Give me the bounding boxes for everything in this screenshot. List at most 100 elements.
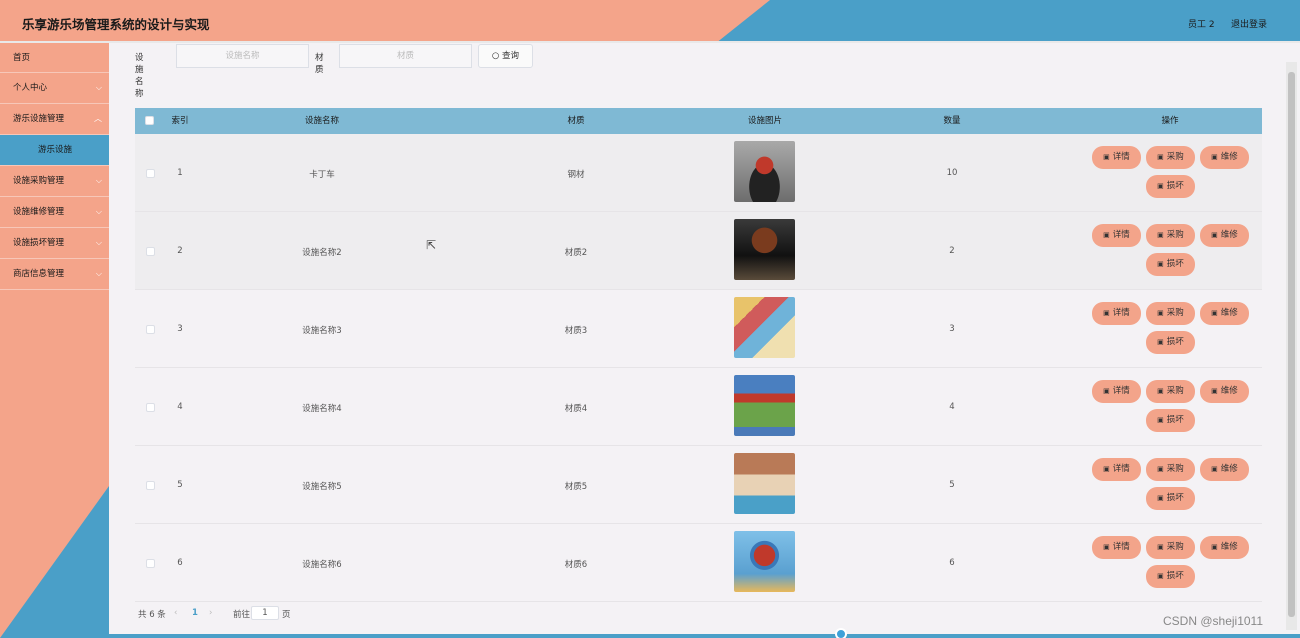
floating-dot	[835, 628, 847, 638]
cell-material: 材质4	[564, 404, 588, 414]
document-icon: ▣	[1157, 465, 1164, 473]
detail-button[interactable]: ▣ 详情	[1092, 224, 1141, 247]
facility-image	[734, 453, 795, 514]
detail-button[interactable]: ▣ 详情	[1092, 146, 1141, 169]
repair-button[interactable]: ▣ 维修	[1200, 458, 1249, 481]
app-title: 乐享游乐场管理系统的设计与实现	[22, 17, 210, 32]
damage-button[interactable]: ▣ 损坏	[1146, 487, 1195, 510]
document-icon: ▣	[1103, 231, 1110, 239]
purchase-button[interactable]: ▣ 采购	[1146, 224, 1195, 247]
document-icon: ▣	[1157, 309, 1164, 317]
row-checkbox[interactable]	[146, 325, 155, 334]
row-checkbox[interactable]	[146, 481, 155, 490]
detail-label: 详情	[1112, 308, 1130, 318]
facility-name-input[interactable]: 设施名称	[176, 44, 309, 68]
sidebar: 首页 个人中心 ⌵ 游乐设施管理 ︿ 游乐设施 设施采购管理 ⌵ 设施维修管理 ⌵ 设施…	[0, 43, 109, 638]
sidebar-item-home[interactable]: 首页	[0, 43, 109, 73]
detail-button[interactable]: ▣ 详情	[1092, 302, 1141, 325]
sidebar-item-purchase-mgmt[interactable]: 设施采购管理 ⌵	[0, 166, 109, 197]
cell-qty: 4	[949, 402, 955, 412]
purchase-button[interactable]: ▣ 采购	[1146, 536, 1195, 559]
mouse-cursor-icon: ⇱	[426, 238, 437, 252]
purchase-label: 采购	[1166, 464, 1184, 474]
detail-button[interactable]: ▣ 详情	[1092, 380, 1141, 403]
purchase-button[interactable]: ▣ 采购	[1146, 302, 1195, 325]
document-icon: ▣	[1157, 543, 1164, 551]
purchase-button[interactable]: ▣ 采购	[1146, 380, 1195, 403]
sidebar-item-profile[interactable]: 个人中心 ⌵	[0, 73, 109, 104]
document-icon: ▣	[1103, 387, 1110, 395]
row-checkbox[interactable]	[146, 403, 155, 412]
detail-label: 详情	[1112, 230, 1130, 240]
document-icon: ▣	[1157, 494, 1164, 502]
cell-material: 钢材	[567, 170, 585, 180]
col-ops: 操作	[1161, 116, 1179, 126]
cell-material: 材质3	[564, 326, 588, 336]
row-checkbox[interactable]	[146, 247, 155, 256]
sidebar-item-shop-mgmt[interactable]: 商店信息管理 ⌵	[0, 259, 109, 290]
sidebar-item-facility[interactable]: 游乐设施	[0, 135, 109, 166]
vertical-scrollbar[interactable]	[1286, 62, 1297, 630]
cell-name: 设施名称6	[302, 560, 342, 570]
search-button[interactable]: ○ 查询	[478, 44, 533, 68]
sidebar-blue-triangle	[0, 486, 109, 638]
cell-qty: 5	[949, 480, 955, 490]
prev-page-icon[interactable]: ‹	[174, 608, 177, 618]
col-material: 材质	[567, 116, 585, 126]
repair-button[interactable]: ▣ 维修	[1200, 302, 1249, 325]
document-icon: ▣	[1157, 153, 1164, 161]
current-user[interactable]: 员工 2	[1188, 17, 1215, 30]
repair-button[interactable]: ▣ 维修	[1200, 224, 1249, 247]
purchase-button[interactable]: ▣ 采购	[1146, 458, 1195, 481]
col-qty: 数量	[943, 116, 961, 126]
cell-name: 设施名称3	[302, 326, 342, 336]
damage-button[interactable]: ▣ 损坏	[1146, 331, 1195, 354]
sidebar-item-repair-mgmt[interactable]: 设施维修管理 ⌵	[0, 197, 109, 228]
damage-button[interactable]: ▣ 损坏	[1146, 565, 1195, 588]
chevron-down-icon: ⌵	[95, 176, 102, 185]
cell-index: 1	[177, 168, 183, 178]
row-checkbox[interactable]	[146, 169, 155, 178]
detail-button[interactable]: ▣ 详情	[1092, 458, 1141, 481]
detail-label: 详情	[1112, 464, 1130, 474]
logout-link[interactable]: 退出登录	[1231, 17, 1267, 30]
document-icon: ▣	[1211, 309, 1218, 317]
pager-current[interactable]: 1	[192, 608, 198, 618]
damage-button[interactable]: ▣ 损坏	[1146, 253, 1195, 276]
document-icon: ▣	[1103, 309, 1110, 317]
scrollbar-thumb[interactable]	[1288, 72, 1295, 617]
sidebar-item-damage-mgmt[interactable]: 设施损坏管理 ⌵	[0, 228, 109, 259]
select-all-checkbox[interactable]	[145, 116, 154, 125]
repair-label: 维修	[1220, 230, 1238, 240]
facility-table: 索引 设施名称 材质 设施图片 数量 操作 1 卡丁车 钢材 10 ▣ 详情 ▣ 采购 ▣ 维修 ▣…	[135, 108, 1262, 602]
purchase-button[interactable]: ▣ 采购	[1146, 146, 1195, 169]
cell-index: 5	[177, 480, 183, 490]
table-row: 2 设施名称2 材质2 2 ▣ 详情 ▣ 采购 ▣ 维修 ▣ 损坏	[135, 212, 1262, 290]
damage-button[interactable]: ▣ 损坏	[1146, 409, 1195, 432]
chevron-up-icon: ︿	[94, 114, 102, 123]
repair-button[interactable]: ▣ 维修	[1200, 146, 1249, 169]
purchase-label: 采购	[1166, 386, 1184, 396]
sidebar-item-facility-mgmt[interactable]: 游乐设施管理 ︿	[0, 104, 109, 135]
detail-button[interactable]: ▣ 详情	[1092, 536, 1141, 559]
repair-label: 维修	[1220, 464, 1238, 474]
document-icon: ▣	[1103, 543, 1110, 551]
document-icon: ▣	[1157, 260, 1164, 268]
repair-button[interactable]: ▣ 维修	[1200, 380, 1249, 403]
sidebar-item-label: 商店信息管理	[13, 269, 65, 279]
pager-goto-input[interactable]: 1	[251, 606, 279, 620]
sidebar-item-label: 设施损坏管理	[13, 238, 65, 248]
document-icon: ▣	[1211, 543, 1218, 551]
detail-label: 详情	[1112, 386, 1130, 396]
material-input[interactable]: 材质	[339, 44, 472, 68]
facility-image	[734, 297, 795, 358]
cell-name: 设施名称5	[302, 482, 342, 492]
damage-label: 损坏	[1166, 259, 1184, 269]
repair-button[interactable]: ▣ 维修	[1200, 536, 1249, 559]
sidebar-item-label: 设施维修管理	[13, 207, 65, 217]
col-image: 设施图片	[747, 116, 783, 126]
damage-button[interactable]: ▣ 损坏	[1146, 175, 1195, 198]
row-checkbox[interactable]	[146, 559, 155, 568]
purchase-label: 采购	[1166, 230, 1184, 240]
next-page-icon[interactable]: ›	[209, 608, 212, 618]
